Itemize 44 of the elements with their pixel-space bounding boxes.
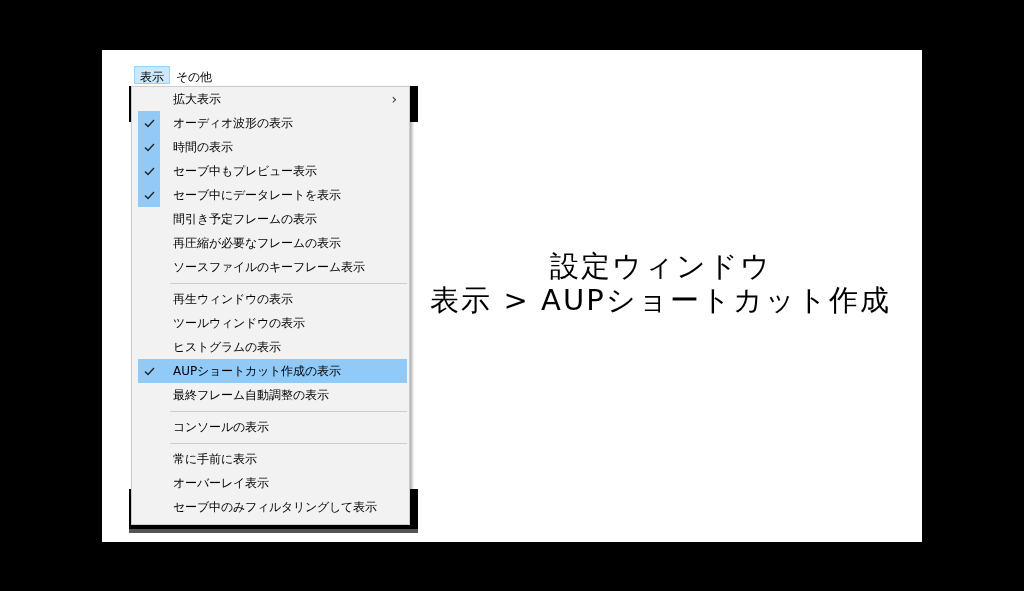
menu-item[interactable]: 常に手前に表示 [138, 447, 407, 471]
menu-item-label: 最終フレーム自動調整の表示 [173, 386, 330, 404]
menu-item[interactable]: 間引き予定フレームの表示 [138, 207, 407, 231]
menu-item-label: 再生ウィンドウの表示 [173, 290, 294, 308]
caption-text: 設定ウィンドウ [549, 249, 772, 283]
menu-item-label: 再圧縮が必要なフレームの表示 [173, 234, 342, 252]
menu-item[interactable]: セーブ中もプレビュー表示 [138, 159, 407, 183]
caption-text: 表示 > AUPショートカット作成 [430, 283, 891, 317]
menu-item[interactable]: 拡大表示 › [138, 87, 407, 111]
menu-item[interactable]: 再圧縮が必要なフレームの表示 [138, 231, 407, 255]
menu-item[interactable]: セーブ中にデータレートを表示 [138, 183, 407, 207]
menu-item[interactable]: ツールウィンドウの表示 [138, 311, 407, 335]
checkmark-icon [143, 142, 155, 152]
menu-item[interactable]: ソースファイルのキーフレーム表示 [138, 255, 407, 279]
menu-item[interactable]: ヒストグラムの表示 [138, 335, 407, 359]
menu-item[interactable]: 再生ウィンドウの表示 [138, 287, 407, 311]
menu-item[interactable]: AUPショートカット作成の表示 [138, 359, 407, 383]
menu-item-label: 間引き予定フレームの表示 [173, 210, 318, 228]
checkmark-icon [143, 366, 155, 376]
menu-item[interactable]: セーブ中のみフィルタリングして表示 [138, 495, 407, 519]
menu-item-label: オーバーレイ表示 [173, 474, 270, 492]
menu-item-label: セーブ中のみフィルタリングして表示 [173, 498, 378, 516]
menu-item-label: セーブ中もプレビュー表示 [173, 162, 318, 180]
checkmark-icon [143, 118, 155, 128]
checkmark-icon [143, 166, 155, 176]
menu-item[interactable]: 最終フレーム自動調整の表示 [138, 383, 407, 407]
menu-item[interactable]: コンソールの表示 [138, 415, 407, 439]
menu-bar-item[interactable]: 表示 [134, 66, 170, 84]
submenu-arrow: › [391, 91, 397, 107]
menu-item-label: 拡大表示 [173, 90, 222, 108]
menu-item-label: 時間の表示 [173, 138, 234, 156]
menu-item[interactable]: オーディオ波形の表示 [138, 111, 407, 135]
menu-item-label: セーブ中にデータレートを表示 [173, 186, 342, 204]
menu-item-label: コンソールの表示 [173, 418, 270, 436]
menu-item[interactable]: 時間の表示 [138, 135, 407, 159]
menu-item-label: 常に手前に表示 [173, 450, 258, 468]
menu-bar-item[interactable]: その他 [170, 66, 218, 84]
menu-item-label: ソースファイルのキーフレーム表示 [173, 258, 366, 276]
menu-item-label: AUPショートカット作成の表示 [173, 362, 343, 380]
menu-item-label: オーディオ波形の表示 [173, 114, 294, 132]
checkmark-icon [143, 190, 155, 200]
menu-item-label: ツールウィンドウの表示 [173, 314, 306, 332]
menu-item[interactable]: オーバーレイ表示 [138, 471, 407, 495]
menu-item-label: ヒストグラムの表示 [173, 338, 282, 356]
